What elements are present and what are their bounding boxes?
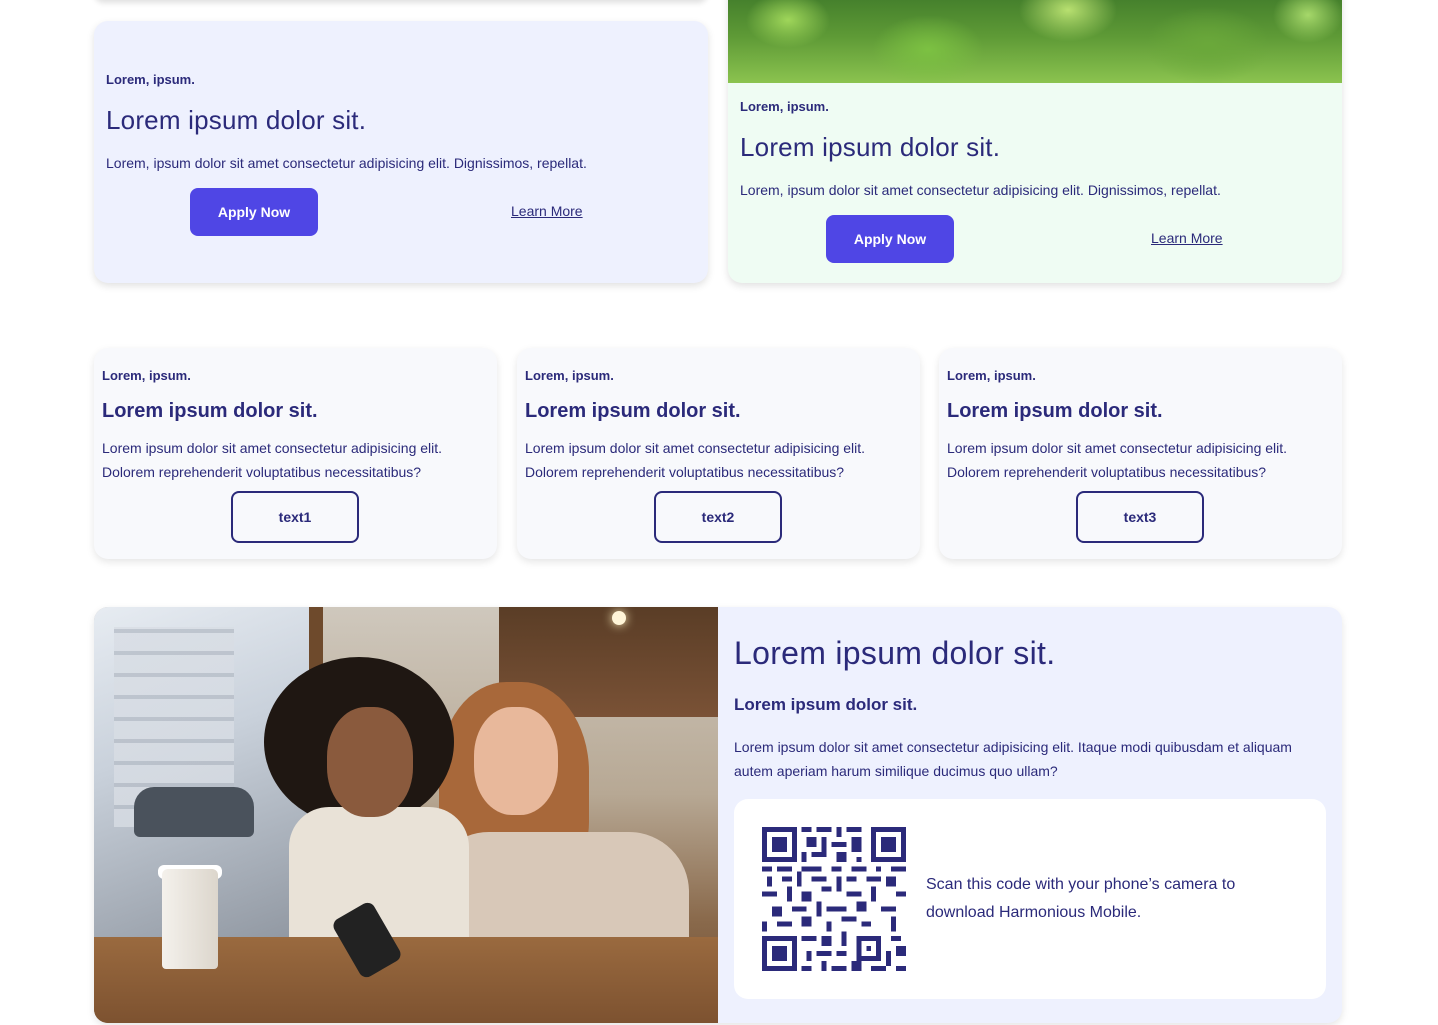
card-title: Lorem ipsum dolor sit. [947,400,1163,422]
card-eyebrow: Lorem, ipsum. [525,368,614,383]
greens-image [728,0,1342,83]
feature-subtitle: Lorem ipsum dolor sit. [734,695,918,714]
app-download-feature: Lorem ipsum dolor sit. Lorem ipsum dolor… [94,607,1342,1023]
promo-card-right: Lorem, ipsum. Lorem ipsum dolor sit. Lor… [728,0,1342,283]
info-card: Lorem, ipsum. Lorem ipsum dolor sit. Lor… [94,348,497,559]
qr-panel: Scan this code with your phone’s camera … [734,799,1326,999]
card-text: Lorem ipsum dolor sit amet consectetur a… [947,440,1288,480]
card-title: Lorem ipsum dolor sit. [102,400,318,422]
qr-instructions: Scan this code with your phone’s camera … [926,876,1236,921]
card-button[interactable]: text3 [1076,491,1204,543]
cafe-photo [94,607,718,1023]
qr-code-icon [762,827,906,971]
card-title: Lorem ipsum dolor sit. [525,400,741,422]
promo-eyebrow: Lorem, ipsum. [106,72,195,87]
promo-text: Lorem, ipsum dolor sit amet consectetur … [106,155,587,171]
card-eyebrow: Lorem, ipsum. [102,368,191,383]
learn-more-link[interactable]: Learn More [1151,230,1223,246]
card-text: Lorem ipsum dolor sit amet consectetur a… [102,440,443,480]
promo-eyebrow: Lorem, ipsum. [740,99,829,114]
promo-text: Lorem, ipsum dolor sit amet consectetur … [740,182,1221,198]
card-eyebrow: Lorem, ipsum. [947,368,1036,383]
info-card: Lorem, ipsum. Lorem ipsum dolor sit. Lor… [517,348,920,559]
promo-title: Lorem ipsum dolor sit. [740,132,1001,162]
feature-title: Lorem ipsum dolor sit. [734,635,1056,671]
promo-card-left: Lorem, ipsum. Lorem ipsum dolor sit. Lor… [94,21,708,283]
feature-text: Lorem ipsum dolor sit amet consectetur a… [734,739,1292,779]
card-text: Lorem ipsum dolor sit amet consectetur a… [525,440,866,480]
card-button[interactable]: text1 [231,491,359,543]
card-button[interactable]: text2 [654,491,782,543]
apply-now-button[interactable]: Apply Now [826,215,954,263]
apply-now-button[interactable]: Apply Now [190,188,318,236]
feature-content: Lorem ipsum dolor sit. Lorem ipsum dolor… [718,607,1342,1023]
learn-more-link[interactable]: Learn More [511,203,583,219]
info-card: Lorem, ipsum. Lorem ipsum dolor sit. Lor… [939,348,1342,559]
promo-title: Lorem ipsum dolor sit. [106,105,367,135]
